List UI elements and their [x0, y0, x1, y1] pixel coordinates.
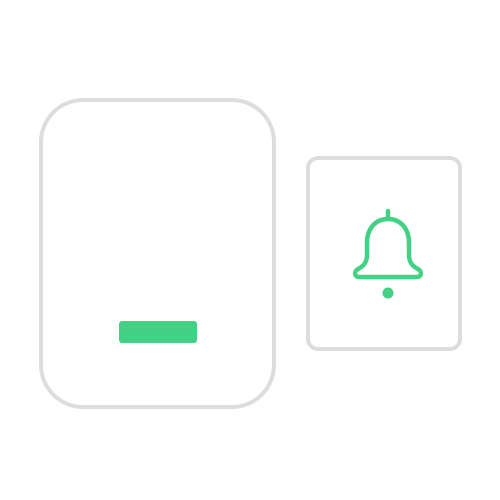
bell-icon: [352, 208, 424, 299]
receiver-indicator-light: [119, 321, 197, 343]
doorbell-receiver: [39, 98, 276, 409]
doorbell-illustration: [0, 0, 500, 500]
